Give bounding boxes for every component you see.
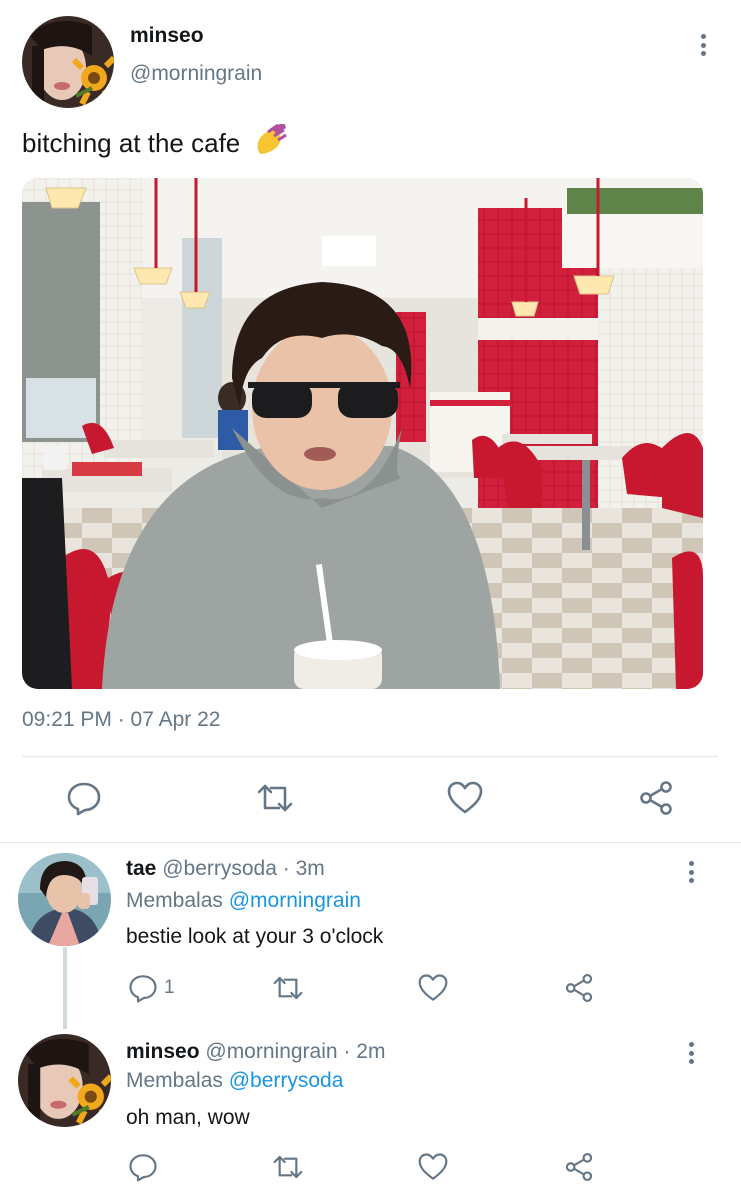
- handle[interactable]: @morningrain: [130, 62, 262, 86]
- replying-to: Membalas @berrysoda: [126, 1069, 343, 1093]
- retweet-icon: [255, 780, 295, 816]
- retweet-button[interactable]: [255, 780, 295, 816]
- separator: ·: [343, 1040, 351, 1063]
- heart-icon: [446, 780, 484, 816]
- mention-link[interactable]: @berrysoda: [229, 1069, 344, 1092]
- avatar[interactable]: [18, 1034, 111, 1127]
- like-button[interactable]: [417, 973, 449, 1003]
- tweet-photo[interactable]: [22, 178, 703, 689]
- reply-header: minseo @morningrain · 2m: [126, 1040, 385, 1064]
- share-button[interactable]: [638, 780, 674, 816]
- share-button[interactable]: [564, 1152, 594, 1182]
- reply-time[interactable]: 2m: [356, 1040, 385, 1063]
- reply-icon: [128, 973, 158, 1003]
- nail-polish-emoji-icon: [254, 122, 288, 163]
- tweet-timestamp[interactable]: 09:21 PM · 07 Apr 22: [22, 708, 220, 732]
- avatar[interactable]: [18, 853, 111, 946]
- more-options-icon[interactable]: [685, 1038, 697, 1068]
- reply-icon: [66, 780, 102, 816]
- divider: [22, 756, 718, 757]
- replying-to: Membalas @morningrain: [126, 889, 361, 913]
- more-options-icon[interactable]: [697, 30, 709, 60]
- display-name[interactable]: minseo: [126, 1040, 200, 1063]
- heart-icon: [417, 973, 449, 1003]
- display-name[interactable]: tae: [126, 857, 156, 880]
- retweet-button[interactable]: [271, 973, 305, 1003]
- main-tweet: minseo @morningrain bitching at the cafe: [0, 0, 741, 843]
- heart-icon: [417, 1152, 449, 1182]
- handle[interactable]: @morningrain: [205, 1040, 337, 1063]
- separator: ·: [282, 857, 290, 880]
- reply-button[interactable]: 1: [128, 973, 175, 1003]
- more-options-icon[interactable]: [685, 857, 697, 887]
- retweet-icon: [271, 973, 305, 1003]
- tweet-text: bitching at the cafe: [22, 128, 241, 158]
- mention-link[interactable]: @morningrain: [229, 889, 361, 912]
- reply-icon: [128, 1152, 158, 1182]
- reply-tweet[interactable]: minseo @morningrain · 2m Membalas @berry…: [0, 1028, 741, 1200]
- reply-button[interactable]: [66, 780, 102, 816]
- avatar[interactable]: [22, 16, 114, 108]
- reply-button[interactable]: [128, 1152, 158, 1182]
- like-button[interactable]: [417, 1152, 449, 1182]
- reply-text: bestie look at your 3 o'clock: [126, 925, 384, 948]
- reply-header: tae @berrysoda · 3m: [126, 857, 325, 881]
- share-icon: [564, 1152, 594, 1182]
- replying-prefix: Membalas: [126, 1069, 223, 1092]
- reply-tweet[interactable]: tae @berrysoda · 3m Membalas @morningrai…: [0, 843, 741, 1029]
- replying-prefix: Membalas: [126, 889, 223, 912]
- share-button[interactable]: [564, 973, 594, 1003]
- tweet-text-container: bitching at the cafe: [22, 122, 288, 163]
- display-name[interactable]: minseo: [130, 24, 204, 48]
- retweet-icon: [271, 1152, 305, 1182]
- retweet-button[interactable]: [271, 1152, 305, 1182]
- share-icon: [638, 780, 674, 816]
- like-button[interactable]: [446, 780, 484, 816]
- handle[interactable]: @berrysoda: [162, 857, 277, 880]
- thread-connector: [63, 947, 67, 1029]
- reply-count: 1: [164, 977, 175, 998]
- share-icon: [564, 973, 594, 1003]
- reply-time[interactable]: 3m: [296, 857, 325, 880]
- reply-text: oh man, wow: [126, 1106, 250, 1129]
